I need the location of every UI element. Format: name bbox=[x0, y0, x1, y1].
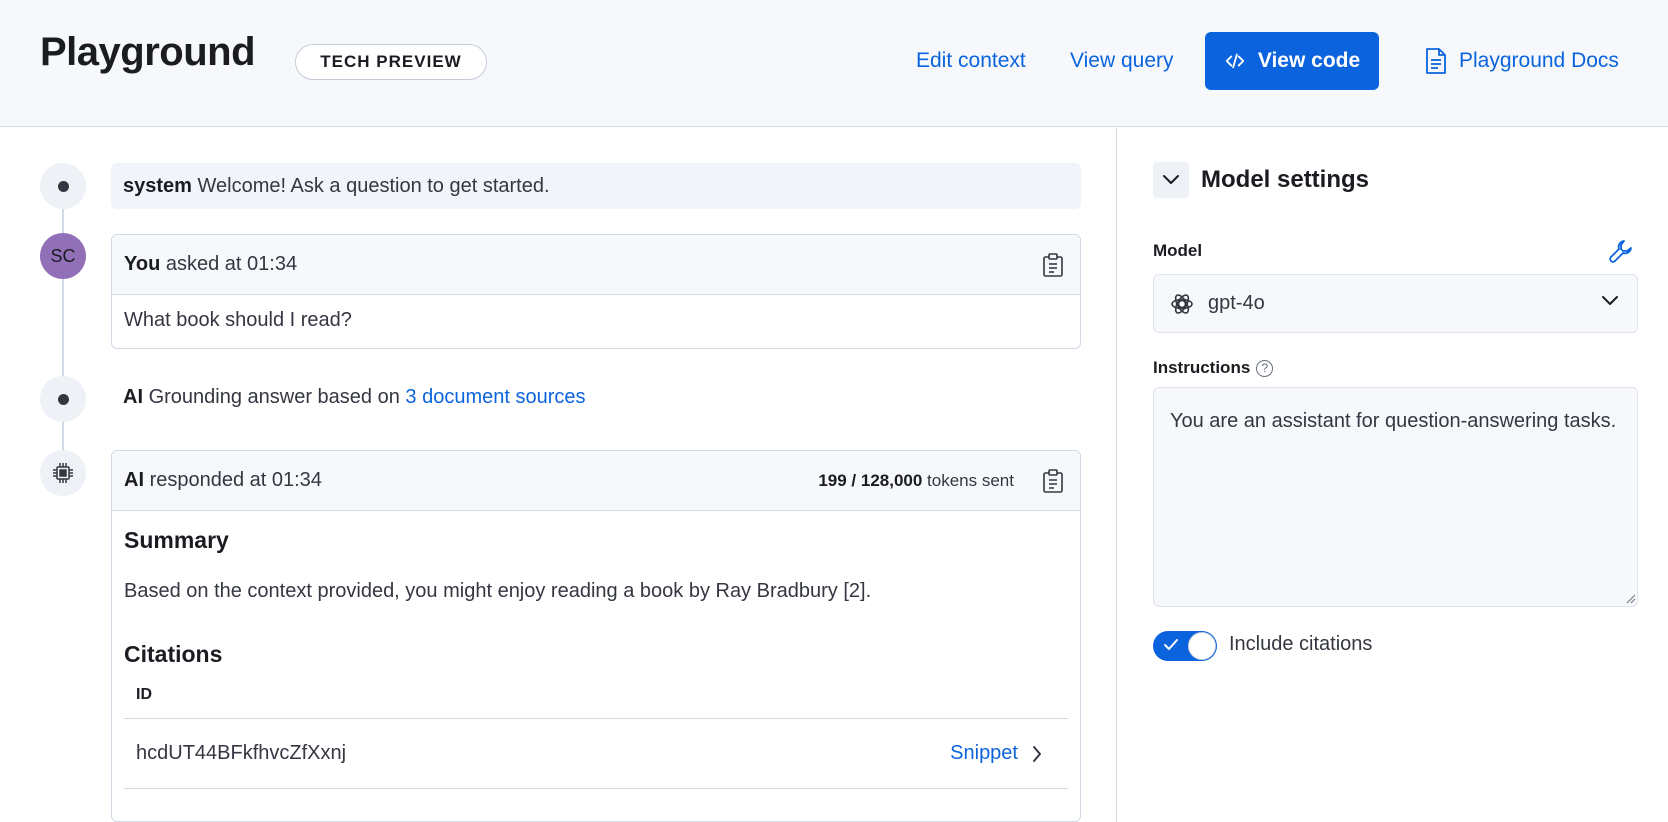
collapse-settings-button[interactable] bbox=[1153, 162, 1189, 198]
copy-icon[interactable] bbox=[1042, 253, 1064, 277]
page-header: Playground TECH PREVIEW Edit context Vie… bbox=[0, 0, 1668, 127]
table-row: hcdUT44BFkfhvcZfXxnj Snippet bbox=[124, 719, 1068, 789]
system-role: system bbox=[123, 174, 192, 197]
token-count: 199 / 128,000 tokens sent bbox=[818, 471, 1014, 491]
document-icon bbox=[1426, 48, 1446, 74]
chevron-right-icon bbox=[1033, 745, 1041, 762]
snippet-link[interactable]: Snippet bbox=[950, 742, 1042, 765]
avatar: SC bbox=[40, 233, 86, 279]
ai-role: AI bbox=[124, 469, 144, 491]
user-message-text: What book should I read? bbox=[124, 309, 352, 331]
ai-timeline-dot bbox=[40, 450, 86, 496]
copy-icon[interactable] bbox=[1042, 469, 1064, 493]
system-message: system Welcome! Ask a question to get st… bbox=[111, 163, 1081, 209]
dot-icon bbox=[57, 180, 69, 192]
openai-icon bbox=[1171, 293, 1193, 314]
system-timeline-dot bbox=[40, 163, 86, 209]
help-icon[interactable]: ? bbox=[1256, 359, 1274, 377]
ai-meta: responded at 01:34 bbox=[149, 469, 322, 491]
snippet-label: Snippet bbox=[950, 742, 1018, 764]
view-code-label: View code bbox=[1257, 49, 1361, 72]
dot-icon bbox=[57, 393, 69, 405]
model-label: Model bbox=[1153, 241, 1203, 260]
model-select[interactable]: gpt-4o bbox=[1153, 274, 1638, 333]
timeline-line bbox=[62, 185, 64, 475]
instructions-label-text: Instructions bbox=[1153, 358, 1251, 377]
view-query-link[interactable]: View query bbox=[1070, 45, 1174, 77]
token-count-value: 199 / 128,000 bbox=[818, 470, 923, 490]
tech-preview-badge: TECH PREVIEW bbox=[295, 44, 487, 80]
include-citations-toggle[interactable] bbox=[1153, 631, 1217, 661]
toggle-knob bbox=[1188, 632, 1216, 660]
token-count-suffix: tokens sent bbox=[927, 470, 1014, 490]
playground-docs-link[interactable]: Playground Docs bbox=[1425, 45, 1619, 77]
summary-heading: Summary bbox=[124, 527, 229, 553]
instructions-field[interactable]: You are an assistant for question-answer… bbox=[1153, 387, 1638, 607]
include-citations-label: Include citations bbox=[1229, 633, 1373, 655]
page-title: Playground bbox=[40, 30, 256, 74]
edit-context-link[interactable]: Edit context bbox=[916, 45, 1026, 77]
panel-divider bbox=[1116, 128, 1117, 822]
system-text: Welcome! Ask a question to get started. bbox=[197, 174, 550, 197]
document-sources-link[interactable]: 3 document sources bbox=[405, 386, 585, 408]
instructions-label: Instructions ? bbox=[1153, 358, 1274, 378]
model-value: gpt-4o bbox=[1208, 292, 1265, 314]
user-meta: asked at 01:34 bbox=[165, 253, 298, 275]
view-code-button[interactable]: View code bbox=[1205, 32, 1379, 90]
grounding-text: Grounding answer based on bbox=[148, 386, 400, 408]
ai-response-header: AI responded at 01:34 199 / 128,000 toke… bbox=[112, 451, 1080, 511]
grounding-timeline-dot bbox=[40, 376, 86, 422]
chip-icon bbox=[53, 463, 73, 483]
model-settings-header: Model settings bbox=[1153, 162, 1369, 198]
user-message-card: You asked at 01:34 What book should I re… bbox=[111, 234, 1081, 349]
chevron-down-icon bbox=[1602, 296, 1618, 305]
citations-column-header: ID bbox=[124, 686, 1068, 719]
check-icon bbox=[1164, 639, 1178, 650]
code-icon bbox=[1225, 53, 1244, 69]
citations-heading: Citations bbox=[124, 641, 223, 667]
ai-response-card: AI responded at 01:34 199 / 128,000 toke… bbox=[111, 450, 1081, 822]
playground-docs-label: Playground Docs bbox=[1459, 49, 1619, 72]
grounding-role: AI bbox=[123, 386, 143, 408]
chevron-down-icon bbox=[1163, 175, 1179, 184]
resize-handle-icon[interactable] bbox=[1626, 594, 1636, 604]
user-message-header: You asked at 01:34 bbox=[112, 235, 1080, 295]
user-role: You bbox=[124, 253, 161, 275]
citation-id: hcdUT44BFkfhvcZfXxnj bbox=[136, 742, 347, 764]
grounding-message: AI Grounding answer based on 3 document … bbox=[123, 386, 586, 409]
summary-text: Based on the context provided, you might… bbox=[124, 580, 872, 602]
wrench-icon[interactable] bbox=[1608, 238, 1634, 264]
ai-response-body: Summary Based on the context provided, y… bbox=[112, 511, 1080, 803]
model-settings-title: Model settings bbox=[1201, 166, 1370, 193]
